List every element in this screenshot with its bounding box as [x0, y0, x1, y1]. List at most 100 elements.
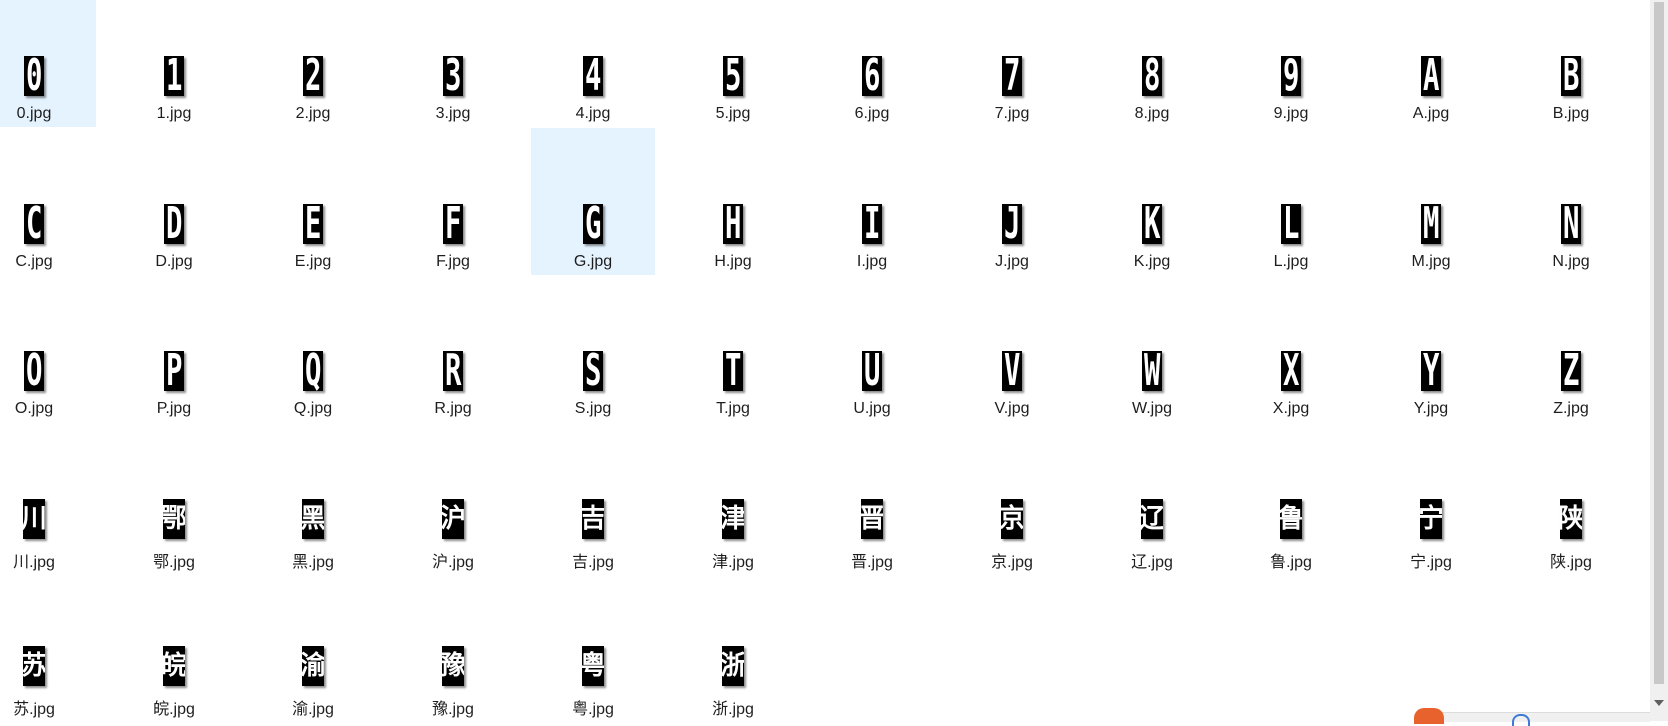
thumbnail-glyph: S [584, 351, 602, 391]
file-item[interactable]: A A.jpg [1369, 0, 1493, 127]
file-name: 沪.jpg [432, 554, 474, 571]
file-item[interactable]: 宁宁.jpg [1369, 423, 1493, 571]
file-item[interactable]: P P.jpg [112, 275, 236, 422]
file-item[interactable]: T T.jpg [671, 275, 795, 422]
file-item[interactable]: C C.jpg [0, 128, 96, 275]
file-item[interactable]: 鄂鄂.jpg [112, 423, 236, 571]
thumbnail-glyph: J [1003, 204, 1021, 244]
file-item[interactable]: B B.jpg [1509, 0, 1633, 127]
scrollbar-thumb[interactable] [1654, 2, 1664, 684]
file-item[interactable]: L L.jpg [1229, 128, 1353, 275]
file-item[interactable]: R R.jpg [391, 275, 515, 422]
thumbnail-glyph: 津 [722, 504, 744, 534]
file-name: 粤.jpg [572, 701, 614, 718]
file-item[interactable]: 5 5.jpg [671, 0, 795, 127]
file-item[interactable]: W W.jpg [1090, 275, 1214, 422]
thumbnail-glyph: X [1282, 351, 1300, 391]
file-thumbnail: I [862, 204, 882, 244]
file-item[interactable]: 苏苏.jpg [0, 570, 96, 718]
file-item[interactable]: 0 0.jpg [0, 0, 96, 127]
thumbnail-glyph: K [1143, 204, 1161, 244]
file-item[interactable]: 2 2.jpg [251, 0, 375, 127]
thumbnail-glyph: M [1422, 204, 1440, 244]
file-name: G.jpg [573, 253, 613, 270]
file-item[interactable]: G G.jpg [531, 128, 655, 275]
file-item[interactable]: 粤粤.jpg [531, 570, 655, 718]
file-item[interactable]: 渝渝.jpg [251, 570, 375, 718]
file-name: 豫.jpg [432, 701, 474, 718]
file-item[interactable]: 吉吉.jpg [531, 423, 655, 571]
file-item[interactable]: Q Q.jpg [251, 275, 375, 422]
file-thumbnail: R [443, 351, 463, 391]
file-item[interactable]: H H.jpg [671, 128, 795, 275]
file-item[interactable]: 浙浙.jpg [671, 570, 795, 718]
file-item[interactable]: X X.jpg [1229, 275, 1353, 422]
file-thumbnail: Z [1561, 351, 1581, 391]
vertical-scrollbar[interactable] [1650, 0, 1668, 721]
scroll-down-arrow-icon[interactable] [1654, 700, 1664, 706]
file-item[interactable]: 川川.jpg [0, 423, 96, 571]
file-name: 0.jpg [16, 105, 52, 122]
thumbnail-glyph: 7 [1003, 56, 1021, 96]
file-thumbnail: X [1281, 351, 1301, 391]
thumbnail-glyph: H [724, 204, 742, 244]
file-name: 皖.jpg [153, 701, 195, 718]
thumbnail-glyph: 沪 [442, 504, 464, 534]
file-item[interactable]: N N.jpg [1509, 128, 1633, 275]
file-item[interactable]: J J.jpg [950, 128, 1074, 275]
file-item[interactable]: O O.jpg [0, 275, 96, 422]
file-item[interactable]: 辽辽.jpg [1090, 423, 1214, 571]
file-item[interactable]: 津津.jpg [671, 423, 795, 571]
thumbnail-glyph: 2 [304, 56, 322, 96]
file-item[interactable]: V V.jpg [950, 275, 1074, 422]
file-item[interactable]: 陕陕.jpg [1509, 423, 1633, 571]
file-item[interactable]: 9 9.jpg [1229, 0, 1353, 127]
file-thumbnail: J [1002, 204, 1022, 244]
file-item[interactable]: K K.jpg [1090, 128, 1214, 275]
file-item[interactable]: M M.jpg [1369, 128, 1493, 275]
file-item[interactable]: 1 1.jpg [112, 0, 236, 127]
file-item[interactable]: 4 4.jpg [531, 0, 655, 127]
file-name: W.jpg [1131, 400, 1172, 417]
file-thumbnail: 陕 [1560, 499, 1582, 539]
file-item[interactable]: 黑黑.jpg [251, 423, 375, 571]
file-name: 5.jpg [715, 105, 751, 122]
file-thumbnail: 浙 [722, 646, 744, 686]
file-thumbnail: Y [1421, 351, 1441, 391]
file-item[interactable]: 晋晋.jpg [810, 423, 934, 571]
file-name: 陕.jpg [1550, 554, 1592, 571]
file-item[interactable]: F F.jpg [391, 128, 515, 275]
file-item[interactable]: 鲁鲁.jpg [1229, 423, 1353, 571]
file-item[interactable]: Y Y.jpg [1369, 275, 1493, 422]
file-item[interactable]: 6 6.jpg [810, 0, 934, 127]
file-thumbnail: A [1421, 56, 1441, 96]
file-name: F.jpg [436, 253, 470, 270]
file-item[interactable]: 沪沪.jpg [391, 423, 515, 571]
file-item[interactable]: I I.jpg [810, 128, 934, 275]
thumbnail-glyph: Y [1422, 351, 1440, 391]
thumbnail-glyph: C [25, 204, 43, 244]
thumbnail-glyph: G [584, 204, 602, 244]
thumbnail-glyph: 鄂 [163, 504, 185, 534]
file-item[interactable]: D D.jpg [112, 128, 236, 275]
file-thumbnail: F [443, 204, 463, 244]
file-name: N.jpg [1552, 253, 1590, 270]
file-item[interactable]: 豫豫.jpg [391, 570, 515, 718]
thumbnail-glyph: A [1422, 56, 1440, 96]
file-item[interactable]: 7 7.jpg [950, 0, 1074, 127]
file-item[interactable]: 8 8.jpg [1090, 0, 1214, 127]
file-name: X.jpg [1272, 400, 1310, 417]
file-view[interactable]: 0 0.jpg 1 1.jpg 2 2.jpg 3 3.jpg 4 4.jpg 5 5.jpg 6 6.j… [0, 0, 1650, 721]
file-name: S.jpg [574, 400, 612, 417]
thumbnail-glyph: 晋 [861, 504, 883, 534]
thumbnail-glyph: T [724, 351, 742, 391]
file-item[interactable]: 3 3.jpg [391, 0, 515, 127]
tray-app-icon[interactable] [1414, 708, 1444, 724]
file-item[interactable]: Z Z.jpg [1509, 275, 1633, 422]
file-item[interactable]: S S.jpg [531, 275, 655, 422]
file-item[interactable]: 皖皖.jpg [112, 570, 236, 718]
file-item[interactable]: E E.jpg [251, 128, 375, 275]
file-item[interactable]: 京京.jpg [950, 423, 1074, 571]
file-item[interactable]: U U.jpg [810, 275, 934, 422]
tray-blue-icon[interactable] [1512, 714, 1530, 726]
